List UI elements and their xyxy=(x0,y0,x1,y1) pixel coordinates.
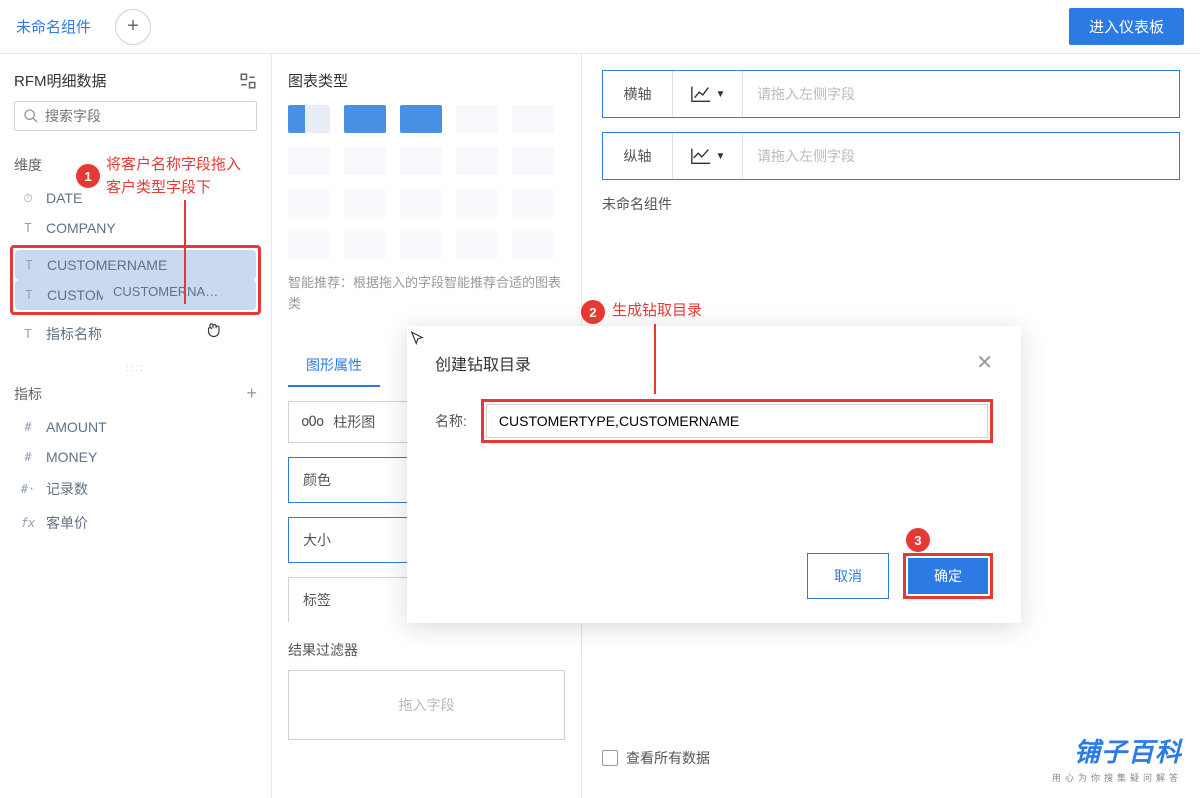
chart-type-combo[interactable] xyxy=(400,147,442,175)
text-icon: T xyxy=(21,288,37,302)
datasource-header: RFM明细数据 xyxy=(14,70,257,91)
drag-target-highlight: TCUSTOMERNAME TCUSTOMERTYPE CUSTOMERNA… xyxy=(10,245,261,315)
chart-type-hist[interactable] xyxy=(344,231,386,259)
chart-type-kpi[interactable] xyxy=(456,105,498,133)
chart-type-stacked[interactable] xyxy=(288,189,330,217)
chart-type-bar[interactable] xyxy=(456,147,498,175)
chart-type-grid xyxy=(288,105,565,259)
bar-chart-icon: oOo xyxy=(301,414,323,430)
annotation-line-2 xyxy=(654,324,656,394)
chart-type-heat2[interactable] xyxy=(344,147,386,175)
field-count[interactable]: #·记录数 xyxy=(14,472,257,506)
filter-dropzone[interactable]: 拖入字段 xyxy=(288,670,565,740)
chart-type-bubble[interactable] xyxy=(400,231,442,259)
grab-cursor-icon xyxy=(204,320,222,338)
fx-icon: fx xyxy=(20,516,36,530)
y-axis-label: 纵轴 xyxy=(603,133,673,179)
modal-name-label: 名称: xyxy=(435,411,467,431)
modal-title: 创建钻取目录 xyxy=(435,351,531,375)
modal-input-highlight xyxy=(481,399,993,443)
chart-type-bar2[interactable] xyxy=(512,147,554,175)
chart-type-pie[interactable] xyxy=(456,231,498,259)
chart-type-title: 图表类型 xyxy=(288,70,565,91)
create-drill-modal: 创建钻取目录 ✕ 名称: 取消 确定 xyxy=(407,326,1021,623)
modal-name-field: 名称: xyxy=(435,399,993,443)
modal-header: 创建钻取目录 ✕ xyxy=(435,350,993,375)
text-icon: T xyxy=(20,327,36,341)
field-unitprice[interactable]: fx客单价 xyxy=(14,506,257,540)
chart-type-area[interactable] xyxy=(400,189,442,217)
watermark-logo: 铺子百科 xyxy=(1052,732,1182,769)
x-axis-row[interactable]: 横轴 ▼ 请拖入左侧字段 xyxy=(602,70,1180,118)
chart-type-table3[interactable] xyxy=(400,105,442,133)
text-icon: T xyxy=(20,221,36,235)
metrics-label: 指标 + xyxy=(14,383,257,404)
chart-type-table1[interactable] xyxy=(288,105,330,133)
search-input[interactable] xyxy=(45,108,248,124)
x-axis-type[interactable]: ▼ xyxy=(673,71,743,117)
tab-graphic-props[interactable]: 图形属性 xyxy=(288,345,380,387)
y-axis-icon xyxy=(690,146,712,166)
ok-highlight: 确定 xyxy=(903,553,993,599)
modal-close-icon[interactable]: ✕ xyxy=(976,350,993,375)
y-axis-dropzone[interactable]: 请拖入左侧字段 xyxy=(743,133,1179,179)
search-icon xyxy=(23,108,39,124)
metric-list: #AMOUNT #MONEY #·记录数 fx客单价 xyxy=(14,412,257,540)
topbar: 未命名组件 + 进入仪表板 xyxy=(0,0,1200,54)
field-customername[interactable]: TCUSTOMERNAME xyxy=(15,250,256,280)
caret-down-icon: ▼ xyxy=(716,151,726,162)
add-metric-icon[interactable]: + xyxy=(246,383,257,404)
annotation-badge-2: 2 xyxy=(581,300,605,324)
pointer-cursor-icon xyxy=(408,330,426,348)
x-axis-icon xyxy=(690,84,712,104)
hash-icon: #· xyxy=(20,482,36,496)
ok-button[interactable]: 确定 xyxy=(908,558,988,594)
chart-type-line[interactable] xyxy=(288,231,330,259)
watermark: 铺子百科 用心为你搜集疑问解答 xyxy=(1052,732,1182,784)
watermark-tagline: 用心为你搜集疑问解答 xyxy=(1052,771,1182,784)
component-name[interactable]: 未命名组件 xyxy=(16,16,91,37)
field-customertype[interactable]: TCUSTOMERTYPE CUSTOMERNA… xyxy=(15,280,256,310)
annotation-badge-1: 1 xyxy=(76,164,100,188)
x-axis-label: 横轴 xyxy=(603,71,673,117)
chart-type-scatter[interactable] xyxy=(456,189,498,217)
view-all-data[interactable]: 查看所有数据 xyxy=(602,748,710,768)
canvas-component-title[interactable]: 未命名组件 xyxy=(602,194,1180,214)
annotation-badge-3: 3 xyxy=(906,528,930,552)
field-money[interactable]: #MONEY xyxy=(14,442,257,472)
chart-type-card[interactable] xyxy=(512,105,554,133)
text-icon: T xyxy=(21,258,37,272)
y-axis-row[interactable]: 纵轴 ▼ 请拖入左侧字段 xyxy=(602,132,1180,180)
hash-icon: # xyxy=(20,420,36,434)
search-box[interactable] xyxy=(14,101,257,131)
hash-icon: # xyxy=(20,450,36,464)
chart-type-donut[interactable] xyxy=(512,231,554,259)
swap-icon[interactable] xyxy=(239,72,257,90)
caret-down-icon: ▼ xyxy=(716,89,726,100)
chart-type-waterfall[interactable] xyxy=(344,189,386,217)
view-all-checkbox[interactable] xyxy=(602,750,618,766)
y-axis-type[interactable]: ▼ xyxy=(673,133,743,179)
chart-type-table2[interactable] xyxy=(344,105,386,133)
datasource-name[interactable]: RFM明细数据 xyxy=(14,70,107,91)
recommend-text: 智能推荐：根据拖入的字段智能推荐合适的图表类 xyxy=(288,273,565,315)
topbar-left: 未命名组件 + xyxy=(16,9,151,45)
modal-name-input[interactable] xyxy=(486,404,988,438)
enter-dashboard-button[interactable]: 进入仪表板 xyxy=(1069,8,1184,45)
chart-type-heat[interactable] xyxy=(288,147,330,175)
field-company[interactable]: TCOMPANY xyxy=(14,213,257,243)
add-button[interactable]: + xyxy=(115,9,151,45)
drag-ghost: CUSTOMERNA… xyxy=(103,280,228,303)
chart-type-radar[interactable] xyxy=(512,189,554,217)
annotation-text-1: 将客户名称字段拖入客户类型字段下 xyxy=(106,154,241,199)
clock-icon: ⏱ xyxy=(20,191,36,206)
modal-footer: 取消 确定 xyxy=(435,553,993,599)
separator[interactable]: :::: xyxy=(14,363,257,371)
filter-title: 结果过滤器 xyxy=(288,640,565,660)
field-amount[interactable]: #AMOUNT xyxy=(14,412,257,442)
x-axis-dropzone[interactable]: 请拖入左侧字段 xyxy=(743,71,1179,117)
annotation-line-1 xyxy=(184,200,186,304)
cancel-button[interactable]: 取消 xyxy=(807,553,889,599)
annotation-text-2: 生成钻取目录 xyxy=(612,300,702,323)
